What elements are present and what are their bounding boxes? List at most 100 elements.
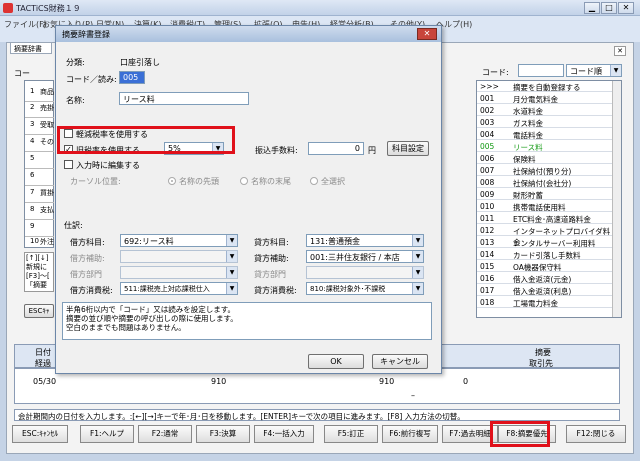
dialog-titlebar: 摘要辞書登録 ✕ [56,26,441,42]
list-item[interactable]: 014 カード引落し手数料 [477,249,613,260]
credit-account-select[interactable]: 131:普通預金 ▼ [306,234,424,247]
dialog-title: 摘要辞書登録 [62,30,110,39]
debit-account-label: 借方科目: [70,238,105,247]
radio-name-start-label: 名称の先頭 [179,177,219,186]
radio-name-start[interactable] [168,177,176,185]
debit-account-select[interactable]: 692:リース料 ▼ [120,234,238,247]
chevron-down-icon: ▼ [226,267,237,278]
f4-batch-input-button[interactable]: F4:一括入力 [254,425,314,443]
window-titlebar: TACTiCS財務１９ ▁ □ ✕ [0,0,640,16]
debit-sub-select[interactable]: ▼ [120,250,238,263]
chevron-down-icon: ▼ [226,251,237,262]
minimize-button[interactable]: ▁ [584,2,600,14]
credit-sub-label: 貸方補助: [254,254,289,263]
list-item[interactable]: 001 月分電気料金 [477,93,613,104]
credit-sub-select[interactable]: 001:三井住友銀行 / 本店 ▼ [306,250,424,263]
list-item[interactable]: 002 水道料金 [477,105,613,116]
name-input[interactable]: リース料 [119,92,249,105]
list-item[interactable]: 010 携帯電話使用料 [477,201,613,212]
chevron-down-icon: ▼ [226,235,237,246]
window-title: TACTiCS財務１９ [16,4,81,13]
credit-dept-label: 貸方部門 [254,270,286,279]
debit-tax-select[interactable]: 511:課税売上対応課税仕入 ▼ [120,282,238,295]
credit-dept-select[interactable]: ▼ [306,266,424,279]
cancel-button[interactable]: キャンセル [372,354,428,369]
f1-help-button[interactable]: F1:ヘルプ [80,425,134,443]
debit-dept-label: 借方部門 [70,270,102,279]
row-date: 05/30 [33,377,57,386]
f3-closing-button[interactable]: F3:決算 [196,425,250,443]
code-input[interactable]: 005 [119,71,145,84]
list-item[interactable]: 016 借入金返済(元金) [477,273,613,284]
radio-select-all-label: 全選択 [321,177,345,186]
list-item[interactable]: 003 ガス料金 [477,117,613,128]
radio-name-end[interactable] [240,177,248,185]
list-item[interactable]: 017 借入金返済(利息) [477,285,613,296]
esc-cancel-button[interactable]: ESC:ｷｬﾝｾﾙ [12,425,68,443]
f12-close-button[interactable]: F12:閉じる [566,425,626,443]
chevron-down-icon: ▼ [412,267,423,278]
list-item[interactable]: 013 レンタルサーバー利用料 [477,237,613,248]
f5-correct-button[interactable]: F5:訂正 [324,425,378,443]
help-message-box: 半角6桁以内で「コード」又は読みを設定します。 摘要の並び順や摘要の呼び出しの際… [62,302,432,340]
code-label: コード／読み: [66,75,117,84]
list-item[interactable]: 006 保険料 [477,153,613,164]
debit-tax-label: 借方消費税: [70,286,113,295]
list-item[interactable]: 004 電話料金 [477,129,613,140]
debit-dept-select[interactable]: ▼ [120,266,238,279]
yen-label: 円 [368,146,376,155]
list-item[interactable]: 012 インターネットプロバイダ料金 [477,225,613,247]
dialog-close-button[interactable]: ✕ [417,28,437,40]
account-settings-button[interactable]: 科目設定 [387,141,429,156]
list-item-selected[interactable]: 005 リース料 [477,141,613,152]
f2-normal-button[interactable]: F2:通常 [138,425,192,443]
chevron-down-icon: ▼ [412,235,423,246]
radio-select-all[interactable] [310,177,318,185]
f6-copy-prev-button[interactable]: F6:前行複写 [382,425,438,443]
list-item[interactable]: 009 財形貯蓄 [477,189,613,200]
credit-tax-select[interactable]: 810:課税対象外･不課税 ▼ [306,282,424,295]
left-esc-button[interactable]: ESCｷｬ [24,304,54,318]
row-dash: – [411,391,415,400]
maximize-button[interactable]: □ [601,2,617,14]
close-button[interactable]: ✕ [618,2,634,14]
edit-on-input-label: 入力時に編集する [76,161,140,170]
menu-file[interactable]: ファイル(F) [4,19,47,30]
left-category-table: 1 商品 2 売掛 3 受取 4 その 5 6 7 買掛 8 支払 9 10 外注 [24,80,54,248]
tekiyou-register-dialog: 摘要辞書登録 ✕ 分類: 口座引落し コード／読み: 005 名称: リース料 … [55,25,442,374]
status-bar: 会計期間内の日付を入力します。:[←][→]キーで年･月･日を移動します。[EN… [14,409,620,421]
row-code-debit: 910 [211,377,227,386]
col-date: 日付 [35,348,51,357]
chevron-down-icon: ▼ [610,65,621,76]
chevron-down-icon: ▼ [412,251,423,262]
ok-button[interactable]: OK [308,354,364,369]
left-row[interactable]: 10 外注 [25,231,54,252]
panel-close-button[interactable]: ✕ [614,46,626,56]
commission-input[interactable]: 0 [308,142,364,155]
left-code-label: コー [14,69,30,78]
tab-tekiyou-dictionary[interactable]: 摘要辞書 [10,42,52,54]
list-item[interactable]: 015 OA機器保守料 [477,261,613,272]
list-item[interactable]: 008 社保納付(会社分) [477,177,613,188]
radio-name-end-label: 名称の末尾 [251,177,291,186]
highlight-tax-options [57,126,235,154]
list-scrollbar[interactable] [612,81,621,317]
credit-account-label: 貸方科目: [254,238,289,247]
edit-on-input-checkbox[interactable] [64,160,73,169]
credit-tax-label: 貸方消費税: [254,286,297,295]
right-code-label: コード: [482,68,509,77]
highlight-f8 [490,421,550,447]
chevron-down-icon: ▼ [412,283,423,294]
right-code-input[interactable] [518,64,564,77]
list-item[interactable]: 007 社保納付(預り分) [477,165,613,176]
list-item[interactable]: 018 工場電力料金 [477,297,613,308]
tekiyou-list: >>> 摘要を自動登録する 001 月分電気料金 002 水道料金 003 ガス料金 0… [476,80,622,318]
list-item[interactable]: >>> 摘要を自動登録する [477,81,613,92]
name-label: 名称: [66,96,85,105]
row-code-credit: 910 [379,377,395,386]
sort-select[interactable]: コード順 ▼ [566,64,622,77]
list-item[interactable]: 011 ETC料金･高速道路料金 [477,213,613,224]
debit-sub-label: 借方補助: [70,254,105,263]
left-hint-box: [↑][↓] 新規に [F3]〜[ 「摘要 [24,252,54,292]
shiwake-label: 仕訳: [64,221,83,230]
